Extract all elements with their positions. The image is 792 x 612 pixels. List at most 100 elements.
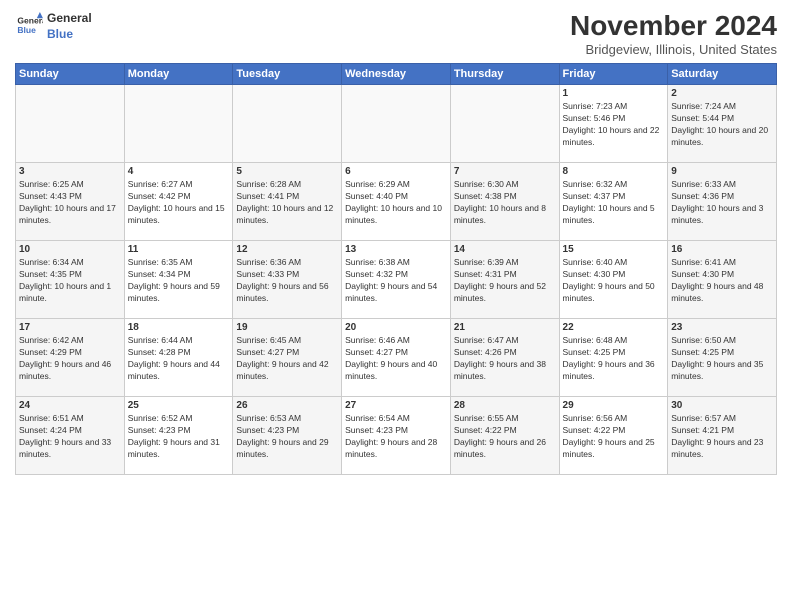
day-info: Sunrise: 6:36 AMSunset: 4:33 PMDaylight:… (236, 257, 338, 305)
day-info: Sunrise: 6:55 AMSunset: 4:22 PMDaylight:… (454, 413, 556, 461)
calendar-cell: 7Sunrise: 6:30 AMSunset: 4:38 PMDaylight… (450, 163, 559, 241)
day-info: Sunrise: 6:39 AMSunset: 4:31 PMDaylight:… (454, 257, 556, 305)
day-number: 24 (19, 400, 121, 411)
day-number: 4 (128, 166, 230, 177)
calendar-cell: 29 Sunrise: 6:56 AMSunset: 4:22 PMDayligh… (559, 397, 668, 475)
day-info: Sunrise: 6:41 AMSunset: 4:30 PMDaylight:… (671, 257, 773, 305)
calendar-cell: 17 Sunrise: 6:42 AMSunset: 4:29 PMDayligh… (16, 319, 125, 397)
calendar-cell (450, 85, 559, 163)
day-info: Sunrise: 6:45 AMSunset: 4:27 PMDaylight:… (236, 335, 338, 383)
day-info: Sunrise: 6:33 AMSunset: 4:36 PMDaylight:… (671, 179, 773, 227)
day-number: 28 (454, 400, 556, 411)
day-number: 3 (19, 166, 121, 177)
calendar-week-row: 3 Sunrise: 6:25 AMSunset: 4:43 PMDaylight… (16, 163, 777, 241)
day-info: Sunrise: 6:53 AMSunset: 4:23 PMDaylight:… (236, 413, 338, 461)
calendar-cell: 25Sunrise: 6:52 AMSunset: 4:23 PMDayligh… (124, 397, 233, 475)
day-info: Sunrise: 7:23 AMSunset: 5:46 PMDaylight:… (563, 101, 665, 149)
day-info: Sunrise: 6:34 AMSunset: 4:35 PMDaylight:… (19, 257, 121, 305)
calendar-cell: 8Sunrise: 6:32 AMSunset: 4:37 PMDaylight… (559, 163, 668, 241)
calendar-cell: 20 Sunrise: 6:46 AMSunset: 4:27 PMDayligh… (342, 319, 451, 397)
calendar-cell: 3 Sunrise: 6:25 AMSunset: 4:43 PMDaylight… (16, 163, 125, 241)
weekday-header-row: SundayMondayTuesdayWednesdayThursdayFrid… (16, 64, 777, 85)
day-info: Sunrise: 6:44 AMSunset: 4:28 PMDaylight:… (128, 335, 230, 383)
day-info: Sunrise: 6:27 AMSunset: 4:42 PMDaylight:… (128, 179, 230, 227)
header: General Blue General Blue November 2024 … (15, 10, 777, 57)
calendar-cell: 21Sunrise: 6:47 AMSunset: 4:26 PMDayligh… (450, 319, 559, 397)
day-info: Sunrise: 6:54 AMSunset: 4:23 PMDaylight:… (345, 413, 447, 461)
day-number: 29 (563, 400, 665, 411)
day-info: Sunrise: 6:51 AMSunset: 4:24 PMDaylight:… (19, 413, 121, 461)
calendar-cell: 10Sunrise: 6:34 AMSunset: 4:35 PMDayligh… (16, 241, 125, 319)
logo-line2: Blue (47, 27, 73, 41)
calendar-cell: 9 Sunrise: 6:33 AMSunset: 4:36 PMDaylight… (668, 163, 777, 241)
weekday-header-saturday: Saturday (668, 64, 777, 85)
day-info: Sunrise: 6:56 AMSunset: 4:22 PMDaylight:… (563, 413, 665, 461)
calendar-cell: 2 Sunrise: 7:24 AMSunset: 5:44 PMDaylight… (668, 85, 777, 163)
calendar-cell (342, 85, 451, 163)
title-block: November 2024 Bridgeview, Illinois, Unit… (570, 10, 777, 57)
calendar-cell: 6 Sunrise: 6:29 AMSunset: 4:40 PMDaylight… (342, 163, 451, 241)
calendar-week-row: 1 Sunrise: 7:23 AMSunset: 5:46 PMDaylight… (16, 85, 777, 163)
day-number: 22 (563, 322, 665, 333)
calendar-cell: 19 Sunrise: 6:45 AMSunset: 4:27 PMDayligh… (233, 319, 342, 397)
day-info: Sunrise: 6:25 AMSunset: 4:43 PMDaylight:… (19, 179, 121, 227)
weekday-header-tuesday: Tuesday (233, 64, 342, 85)
calendar-cell: 18Sunrise: 6:44 AMSunset: 4:28 PMDayligh… (124, 319, 233, 397)
calendar-cell: 4 Sunrise: 6:27 AMSunset: 4:42 PMDaylight… (124, 163, 233, 241)
weekday-header-sunday: Sunday (16, 64, 125, 85)
weekday-header-friday: Friday (559, 64, 668, 85)
calendar-cell: 1 Sunrise: 7:23 AMSunset: 5:46 PMDaylight… (559, 85, 668, 163)
day-number: 15 (563, 244, 665, 255)
day-info: Sunrise: 6:28 AMSunset: 4:41 PMDaylight:… (236, 179, 338, 227)
day-number: 16 (671, 244, 773, 255)
month-title: November 2024 (570, 10, 777, 42)
day-number: 20 (345, 322, 447, 333)
weekday-header-monday: Monday (124, 64, 233, 85)
calendar-cell: 15 Sunrise: 6:40 AMSunset: 4:30 PMDayligh… (559, 241, 668, 319)
day-info: Sunrise: 6:48 AMSunset: 4:25 PMDaylight:… (563, 335, 665, 383)
day-number: 30 (671, 400, 773, 411)
day-number: 13 (345, 244, 447, 255)
day-number: 26 (236, 400, 338, 411)
weekday-header-wednesday: Wednesday (342, 64, 451, 85)
day-info: Sunrise: 6:46 AMSunset: 4:27 PMDaylight:… (345, 335, 447, 383)
weekday-header-thursday: Thursday (450, 64, 559, 85)
logo-icon: General Blue (15, 12, 43, 40)
day-info: Sunrise: 6:40 AMSunset: 4:30 PMDaylight:… (563, 257, 665, 305)
day-number: 21 (454, 322, 556, 333)
day-info: Sunrise: 7:24 AMSunset: 5:44 PMDaylight:… (671, 101, 773, 149)
day-number: 25 (128, 400, 230, 411)
day-info: Sunrise: 6:32 AMSunset: 4:37 PMDaylight:… (563, 179, 665, 227)
logo-line1: General (47, 11, 92, 25)
logo: General Blue General Blue (15, 10, 92, 41)
day-number: 23 (671, 322, 773, 333)
calendar-cell: 11Sunrise: 6:35 AMSunset: 4:34 PMDayligh… (124, 241, 233, 319)
day-info: Sunrise: 6:57 AMSunset: 4:21 PMDaylight:… (671, 413, 773, 461)
day-number: 2 (671, 88, 773, 99)
calendar-cell: 13 Sunrise: 6:38 AMSunset: 4:32 PMDayligh… (342, 241, 451, 319)
day-number: 19 (236, 322, 338, 333)
day-info: Sunrise: 6:29 AMSunset: 4:40 PMDaylight:… (345, 179, 447, 227)
day-info: Sunrise: 6:42 AMSunset: 4:29 PMDaylight:… (19, 335, 121, 383)
day-number: 17 (19, 322, 121, 333)
calendar-cell: 23Sunrise: 6:50 AMSunset: 4:25 PMDayligh… (668, 319, 777, 397)
day-number: 14 (454, 244, 556, 255)
calendar-cell: 5 Sunrise: 6:28 AMSunset: 4:41 PMDaylight… (233, 163, 342, 241)
location-title: Bridgeview, Illinois, United States (570, 42, 777, 57)
day-number: 6 (345, 166, 447, 177)
day-info: Sunrise: 6:38 AMSunset: 4:32 PMDaylight:… (345, 257, 447, 305)
calendar-cell: 27Sunrise: 6:54 AMSunset: 4:23 PMDayligh… (342, 397, 451, 475)
day-number: 1 (563, 88, 665, 99)
calendar-cell: 26 Sunrise: 6:53 AMSunset: 4:23 PMDayligh… (233, 397, 342, 475)
calendar-cell: 24 Sunrise: 6:51 AMSunset: 4:24 PMDayligh… (16, 397, 125, 475)
logo-text: General Blue (47, 10, 92, 41)
calendar-week-row: 10Sunrise: 6:34 AMSunset: 4:35 PMDayligh… (16, 241, 777, 319)
calendar-cell: 16 Sunrise: 6:41 AMSunset: 4:30 PMDayligh… (668, 241, 777, 319)
day-number: 12 (236, 244, 338, 255)
calendar-cell (124, 85, 233, 163)
calendar-week-row: 17 Sunrise: 6:42 AMSunset: 4:29 PMDayligh… (16, 319, 777, 397)
calendar-cell: 14 Sunrise: 6:39 AMSunset: 4:31 PMDayligh… (450, 241, 559, 319)
calendar-week-row: 24 Sunrise: 6:51 AMSunset: 4:24 PMDayligh… (16, 397, 777, 475)
day-number: 5 (236, 166, 338, 177)
day-number: 9 (671, 166, 773, 177)
